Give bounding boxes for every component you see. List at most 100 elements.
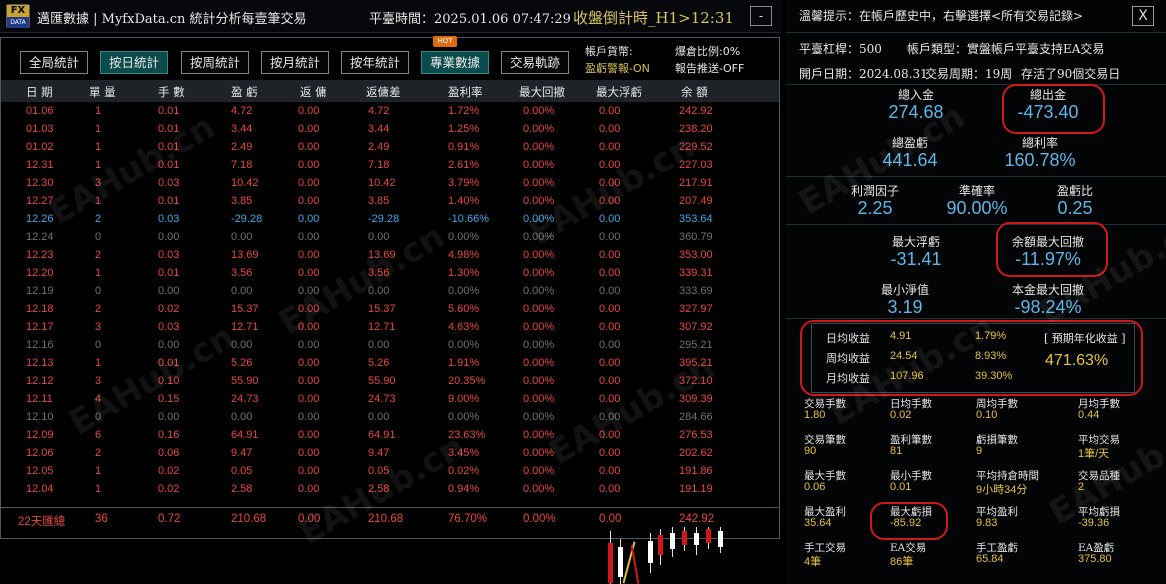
tab-yearly[interactable]: 按年統計: [341, 51, 409, 74]
cell-orders: 2: [95, 213, 102, 225]
col-rebate: 返 傭: [300, 85, 327, 99]
deposit-value: 274.68: [888, 102, 944, 122]
hot-badge: HOT: [433, 36, 457, 47]
tab-professional[interactable]: 專業數據: [421, 51, 489, 74]
cell-max-float-loss: 0.00: [599, 429, 621, 441]
cell-balance: 372.10: [679, 375, 713, 387]
cell-rebate-diff: 0.00: [368, 231, 390, 243]
cell-balance: 295.21: [679, 339, 713, 351]
profit-factor-value: 2.25: [857, 198, 893, 218]
cell-max-float-loss: 0.00: [599, 393, 621, 405]
cell-date: 12.31: [26, 159, 54, 171]
cell-max-float-loss: 0.00: [599, 195, 621, 207]
cell-orders: 6: [95, 429, 102, 441]
cell-max-drawdown: 0.00%: [523, 483, 555, 495]
cell-pl: 0.00: [231, 411, 253, 423]
candle-bull: [718, 531, 723, 547]
close-button[interactable]: X: [1132, 6, 1154, 26]
open-date: 開戶日期：2024.08.31: [799, 67, 928, 81]
table-row: 12.04 1 0.02 2.58 0.00 2.58 0.94% 0.00% 0.00 191.…: [1, 482, 779, 500]
annotation-circle: [1002, 84, 1105, 134]
total-pl-label: 總盈虧: [891, 136, 928, 150]
report-push-toggle[interactable]: 報告推送-OFF: [675, 60, 744, 76]
cell-balance: 191.86: [679, 465, 713, 477]
annotation-circle: [996, 222, 1108, 277]
table-header: 日 期 單 量 手 數 盈 虧 返 傭 返傭差 盈利率 最大回撤 最大浮虧 余 …: [1, 80, 779, 102]
cell-pl: 13.69: [231, 249, 259, 261]
candle-bear: [706, 529, 711, 543]
cell-pl: 5.26: [231, 357, 253, 369]
cell-balance: 276.53: [679, 429, 713, 441]
cell-lots: 0.01: [158, 159, 180, 171]
cell-rebate: 0.00: [298, 159, 320, 171]
cell-orders: 0: [95, 339, 102, 351]
cell-rebate-diff: 0.05: [368, 465, 390, 477]
divider: [786, 32, 1166, 33]
candle-bull: [670, 533, 675, 549]
cell-lots: 0.02: [158, 303, 180, 315]
cell-rebate: 0.00: [298, 267, 320, 279]
cell-lots: 0.03: [158, 321, 180, 333]
cell-pl: 15.37: [231, 303, 259, 315]
tab-weekly[interactable]: 按周統計: [181, 51, 249, 74]
cell-max-drawdown: 0.00%: [523, 159, 555, 171]
tab-overall[interactable]: 全局統計: [20, 51, 88, 74]
cell-max-drawdown: 0.00%: [523, 231, 555, 243]
accuracy-label: 準確率: [958, 184, 995, 198]
cell-max-drawdown: 0.00%: [523, 267, 555, 279]
cell-max-drawdown: 0.00%: [523, 321, 555, 333]
cell-orders: 1: [95, 465, 102, 477]
cell-max-drawdown: 0.00%: [523, 357, 555, 369]
cell-rebate: 0.00: [298, 249, 320, 261]
stat-value: 375.80: [1078, 553, 1112, 565]
cell-lots: 0.01: [158, 195, 180, 207]
tab-trade-track[interactable]: 交易軌跡: [501, 51, 569, 74]
stat-value: 1.80: [804, 409, 826, 421]
cell-max-float-loss: 0.00: [599, 231, 621, 243]
cell-profit-rate: 1.91%: [448, 357, 480, 369]
cell-profit-rate: 1.40%: [448, 195, 480, 207]
cell-profit-rate: 0.00%: [448, 339, 480, 351]
annotation-circle: [800, 320, 1143, 396]
cell-orders: 3: [95, 321, 102, 333]
cell-pl: 4.72: [231, 105, 253, 117]
cell-rebate: 0.00: [298, 321, 320, 333]
stat-value: 86筆: [890, 556, 914, 568]
cell-profit-rate: 3.79%: [448, 177, 480, 189]
cell-max-drawdown: 0.00%: [523, 465, 555, 477]
table-row: 01.06 1 0.01 4.72 0.00 4.72 1.72% 0.00% 0.00 242.…: [1, 104, 779, 122]
cell-balance: 284.66: [679, 411, 713, 423]
cell-rebate: 0.00: [298, 447, 320, 459]
cell-date: 12.26: [26, 213, 54, 225]
cell-max-drawdown: 0.00%: [523, 411, 555, 423]
candle-bull: [694, 533, 699, 545]
stat-value: 0.01: [890, 481, 912, 493]
cell-orders: 0: [95, 231, 102, 243]
cell-rebate: 0.00: [298, 357, 320, 369]
summary-lots: 0.72: [158, 513, 181, 525]
cell-orders: 2: [95, 447, 102, 459]
divider: [786, 84, 1166, 85]
cell-max-float-loss: 0.00: [599, 249, 621, 261]
table-row: 12.06 2 0.06 9.47 0.00 9.47 3.45% 0.00% 0.00 202.…: [1, 446, 779, 464]
minimize-button[interactable]: -: [750, 6, 772, 26]
profit-alert-toggle[interactable]: 盈虧警報-ON: [585, 60, 650, 76]
table-row: 01.02 1 0.01 2.49 0.00 2.49 0.91% 0.00% 0.00 229.…: [1, 140, 779, 158]
summary-divider: [1, 507, 779, 508]
margin-ratio: 爆倉比例:0%: [675, 45, 741, 58]
cell-lots: 0.15: [158, 393, 180, 405]
cell-lots: 0.01: [158, 267, 180, 279]
account-type: 帳戶類型：實盤帳戶: [907, 42, 1016, 56]
cell-profit-rate: 20.35%: [448, 375, 486, 387]
tab-daily[interactable]: 按日統計: [100, 51, 168, 74]
cell-rebate: 0.00: [298, 123, 320, 135]
cell-profit-rate: -10.66%: [448, 213, 489, 225]
deposit-label: 總入金: [897, 88, 934, 102]
cell-profit-rate: 9.00%: [448, 393, 480, 405]
cell-balance: 339.31: [679, 267, 713, 279]
cell-date: 12.23: [26, 249, 54, 261]
cell-pl: 24.73: [231, 393, 259, 405]
close-countdown: 收盤倒計時_H1>12:31: [573, 9, 734, 27]
cell-date: 12.12: [26, 375, 54, 387]
tab-monthly[interactable]: 按月統計: [261, 51, 329, 74]
